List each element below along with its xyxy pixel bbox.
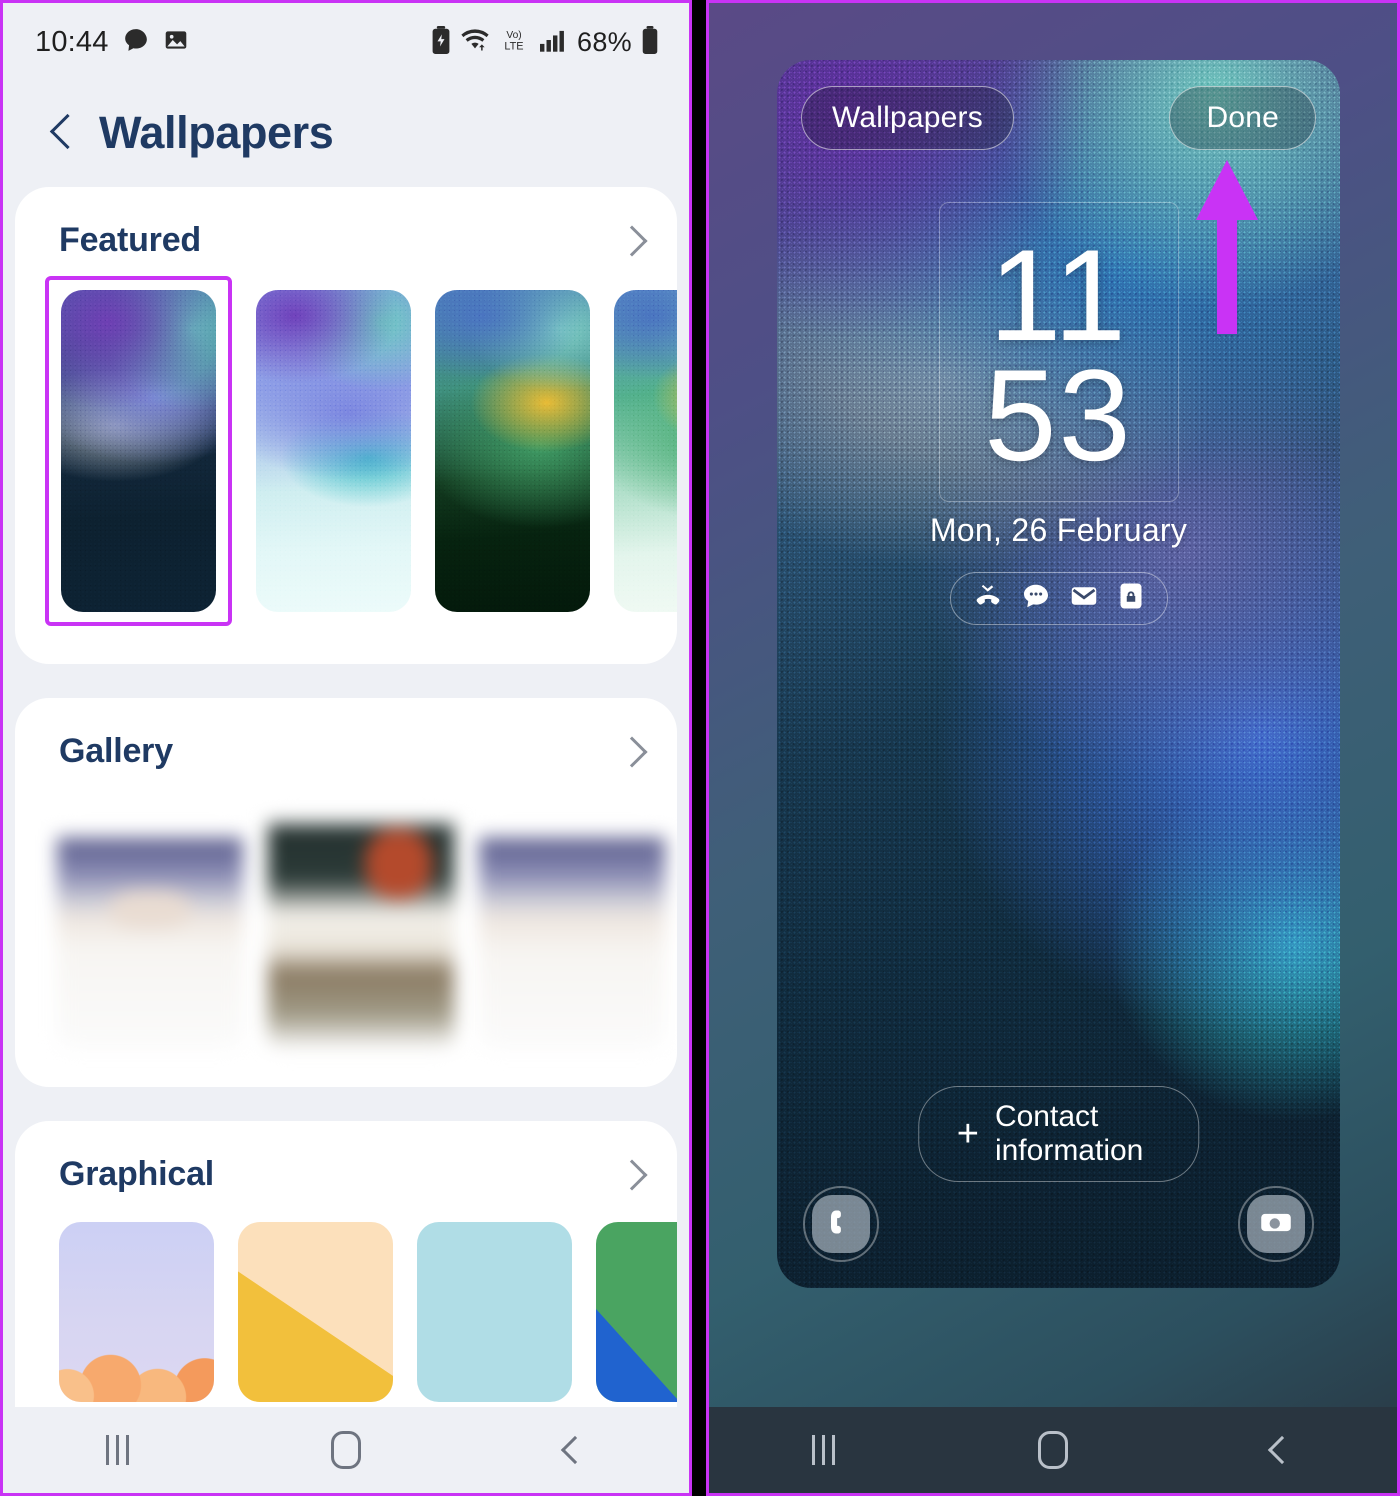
battery-icon bbox=[641, 25, 659, 59]
graphical-thumbnail-row[interactable] bbox=[15, 1194, 677, 1402]
svg-text:Vo): Vo) bbox=[506, 29, 521, 40]
featured-section-card: Featured bbox=[15, 187, 677, 664]
battery-percent-label: 68% bbox=[577, 26, 632, 57]
graphical-wallpaper-4[interactable] bbox=[596, 1222, 677, 1402]
chevron-right-icon[interactable] bbox=[616, 735, 648, 768]
back-button[interactable] bbox=[1222, 1407, 1342, 1493]
panel-divider bbox=[692, 0, 706, 1496]
gallery-photo-1[interactable] bbox=[57, 799, 243, 1049]
message-bubble-icon bbox=[1021, 581, 1051, 616]
status-bar-time: 10:44 bbox=[35, 25, 109, 58]
image-icon bbox=[163, 27, 189, 58]
contact-information-label: Contact information bbox=[994, 1100, 1144, 1167]
gallery-photo-2[interactable] bbox=[268, 799, 454, 1049]
featured-wallpaper-1[interactable] bbox=[61, 290, 216, 612]
texture-overlay bbox=[614, 290, 677, 612]
battery-saver-icon bbox=[431, 25, 451, 59]
home-button[interactable] bbox=[993, 1407, 1113, 1493]
page-title: Wallpapers bbox=[99, 107, 334, 158]
texture-overlay bbox=[256, 290, 411, 612]
chat-bubble-icon bbox=[123, 27, 149, 58]
texture-overlay bbox=[61, 290, 216, 612]
status-bar: 10:44 Vo) LTE 68% bbox=[3, 3, 689, 81]
back-icon bbox=[560, 1435, 589, 1465]
right-phone-panel: Wallpapers Done 11 53 Mon, 26 February +… bbox=[706, 0, 1400, 1496]
gallery-thumbnail-row[interactable] bbox=[15, 771, 677, 1049]
right-navigation-bar bbox=[709, 1407, 1397, 1493]
texture-overlay bbox=[435, 290, 590, 612]
home-icon bbox=[330, 1431, 361, 1469]
wifi-icon bbox=[460, 27, 490, 58]
preview-top-bar: Wallpapers Done bbox=[801, 86, 1316, 150]
featured-wallpaper-4[interactable] bbox=[614, 290, 677, 612]
volte-icon: Vo) LTE bbox=[499, 26, 529, 59]
back-icon bbox=[1268, 1435, 1297, 1465]
up-arrow-annotation bbox=[1192, 156, 1262, 341]
phone-shortcut-button[interactable] bbox=[803, 1186, 879, 1262]
screenshot-stage: 10:44 Vo) LTE 68% Wallpapers Featured Ga… bbox=[0, 0, 1400, 1496]
clock-minutes: 53 bbox=[984, 342, 1133, 488]
back-button[interactable] bbox=[515, 1407, 635, 1493]
plus-icon: + bbox=[956, 1113, 979, 1155]
wallpapers-button[interactable]: Wallpapers bbox=[801, 86, 1014, 150]
gallery-photo-3[interactable] bbox=[479, 799, 665, 1049]
camera-icon bbox=[1260, 1208, 1292, 1241]
svg-text:LTE: LTE bbox=[504, 40, 523, 52]
status-bar-left: 10:44 bbox=[35, 26, 189, 59]
missed-call-icon bbox=[973, 581, 1003, 616]
signal-bars-icon bbox=[538, 27, 568, 58]
featured-wallpaper-3[interactable] bbox=[435, 290, 590, 612]
phone-icon bbox=[826, 1207, 856, 1242]
chevron-right-icon[interactable] bbox=[616, 224, 648, 257]
home-icon bbox=[1037, 1431, 1068, 1469]
back-chevron-icon[interactable] bbox=[47, 111, 73, 155]
graphical-section-card: Graphical bbox=[15, 1121, 677, 1440]
graphical-wallpaper-1[interactable] bbox=[59, 1222, 214, 1402]
graphical-section-header[interactable]: Graphical bbox=[15, 1155, 677, 1194]
secure-folder-icon bbox=[1117, 581, 1145, 616]
graphical-section-title: Graphical bbox=[59, 1155, 215, 1193]
gallery-section-card: Gallery bbox=[15, 698, 677, 1087]
done-button[interactable]: Done bbox=[1169, 86, 1316, 150]
camera-shortcut-button[interactable] bbox=[1238, 1186, 1314, 1262]
camera-shortcut-bg bbox=[1247, 1195, 1305, 1253]
recents-icon bbox=[812, 1435, 836, 1465]
email-icon bbox=[1069, 581, 1099, 616]
phone-shortcut-bg bbox=[812, 1195, 870, 1253]
left-phone-panel: 10:44 Vo) LTE 68% Wallpapers Featured Ga… bbox=[0, 0, 692, 1496]
gallery-section-title: Gallery bbox=[59, 732, 173, 770]
contact-information-button[interactable]: + Contact information bbox=[917, 1086, 1200, 1182]
home-button[interactable] bbox=[286, 1407, 406, 1493]
recents-icon bbox=[105, 1435, 129, 1465]
featured-thumbnail-row[interactable] bbox=[15, 260, 677, 626]
featured-section-title: Featured bbox=[59, 221, 201, 259]
status-bar-right: Vo) LTE 68% bbox=[431, 25, 659, 59]
recents-button[interactable] bbox=[57, 1407, 177, 1493]
graphical-wallpaper-3[interactable] bbox=[417, 1222, 572, 1402]
page-header: Wallpapers bbox=[3, 81, 689, 187]
featured-wallpaper-2[interactable] bbox=[256, 290, 411, 612]
featured-section-header[interactable]: Featured bbox=[15, 221, 677, 260]
clock-date: Mon, 26 February bbox=[929, 512, 1188, 548]
graphical-wallpaper-2[interactable] bbox=[238, 1222, 393, 1402]
chevron-right-icon[interactable] bbox=[616, 1158, 648, 1191]
wallpaper-sections-scroll[interactable]: Featured Gallery Graphical bbox=[3, 187, 689, 1440]
gallery-section-header[interactable]: Gallery bbox=[15, 732, 677, 771]
recents-button[interactable] bbox=[764, 1407, 884, 1493]
featured-wallpaper-1-selected[interactable] bbox=[45, 276, 232, 626]
notification-icons-pill[interactable] bbox=[949, 572, 1168, 625]
left-navigation-bar bbox=[3, 1407, 689, 1493]
